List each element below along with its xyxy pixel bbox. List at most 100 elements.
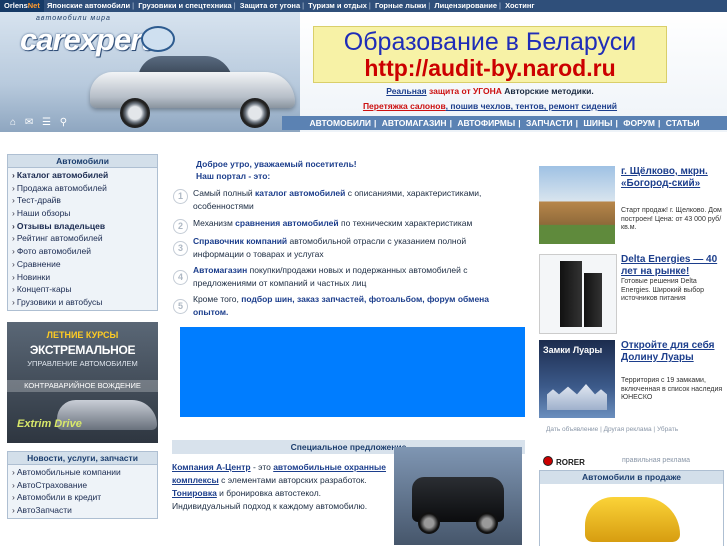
company-offer-text: Компания А-Центр - это автомобильные охр… [172,462,387,511]
nav-articles[interactable]: СТАТЬИ [666,118,700,128]
topnav-link-ski[interactable]: Горные лыжи [374,1,427,10]
ad-loire[interactable]: Замки Луары Откройте для себя Долину Луа… [539,340,727,420]
feature-link-catalog[interactable]: каталог автомобилей [255,188,345,198]
greeting: Доброе утро, уважаемый посетитель! [196,159,357,169]
number-3-icon: 3 [173,241,188,256]
logo-area[interactable]: автомобили мира carexpert ⌂ ✉ ☰ ⚲ [0,12,300,132]
ad-link-other[interactable]: Другая реклама [604,426,652,433]
header-icons: ⌂ ✉ ☰ ⚲ [10,117,73,128]
logo-name: carexpert [20,22,152,57]
topnav-link-tourism[interactable]: Туризм и отдых [307,1,368,10]
sidebar-item-owner-reviews[interactable]: › Отзывы владельцев [12,220,153,233]
rorer-logo[interactable]: RORER [543,456,585,467]
building-image [539,166,615,244]
ad-links: Дать объявление | Другая реклама | Убрат… [546,426,679,433]
ad-title-loire[interactable]: Откройте для себя Долину Луары [621,340,725,364]
banner-url: http://audit-by.narod.ru [364,55,616,81]
ad-schelkovo[interactable]: г. Щёлково, мкрн. «Богород-ский» Старт п… [539,166,727,246]
promo-line-1: Реальная защита от УГОНА Авторские метод… [320,86,660,96]
topnav-link-trucks[interactable]: Грузовики и спецтехника [137,1,232,10]
brand-part-a: Orlens [4,1,28,10]
orlensnet-brand[interactable]: OrlensNet [0,0,44,12]
topnav-link-licensing[interactable]: Лицензирование [433,1,498,10]
portal-heading: Наш портал - это: [196,171,271,181]
promo-real-link[interactable]: Реальная [386,86,426,96]
sidebar-item-trucks[interactable]: › Грузовики и автобусы [12,296,153,309]
topnav-link-japanese-cars[interactable]: Японские автомобили [46,1,131,10]
banner-title: Образование в Беларуси [343,28,637,56]
globe-icon [141,26,175,52]
feature-link-directory[interactable]: Справочник компаний [193,236,287,246]
brand-part-b: Net [27,1,40,10]
nav-cars[interactable]: АВТОМОБИЛИ [310,118,372,128]
sidebar-item-reviews[interactable]: › Наши обзоры [12,207,153,220]
sidebar-item-new[interactable]: › Новинки [12,271,153,284]
sidebar-item-concept[interactable]: › Концепт-кары [12,283,153,296]
logo-subtitle: автомобили мира [36,15,111,22]
sidebar-news: Новости, услуги, запчасти › Автомобильные… [7,451,158,519]
nav-forum[interactable]: ФОРУМ [623,118,655,128]
education-banner[interactable]: Образование в Беларуси http://audit-by.n… [313,26,667,83]
nav-tires[interactable]: ШИНЫ [583,118,612,128]
castle-image: Замки Луары [539,340,615,418]
sidebar2-item-insurance[interactable]: › АвтоСтрахование [12,479,153,492]
number-5-icon: 5 [173,299,188,314]
feature-item: 4 Автомагазин покупки/продажи новых и по… [170,264,500,290]
sidebar-item-photos[interactable]: › Фото автомобилей [12,245,153,258]
mail-icon[interactable]: ✉ [25,117,33,128]
sidebar-item-testdrive[interactable]: › Тест-драйв [12,194,153,207]
driving-course-ad[interactable]: ЛЕТНИЕ КУРСЫ ЭКСТРЕМАЛЬНОЕ УПРАВЛЕНИЕ АВ… [7,322,158,443]
yellow-car-image[interactable] [585,497,680,542]
sidebar-item-rating[interactable]: › Рейтинг автомобилей [12,232,153,245]
feature-item: 5 Кроме того, подбор шин, заказ запчасте… [170,293,500,319]
sidebar2-item-parts[interactable]: › АвтоЗапчасти [12,504,153,517]
number-1-icon: 1 [173,189,188,204]
promo-methods-text: Авторские методики. [504,86,594,96]
topnav-link-theft-protection[interactable]: Защита от угона [239,1,301,10]
nav-auto-firms[interactable]: АВТОФИРМЫ [457,118,515,128]
company-link[interactable]: Компания А-Центр [172,462,251,472]
ad-extrim-drive: Extrim Drive [17,418,82,430]
home-icon[interactable]: ⌂ [10,117,16,128]
ad-link-remove[interactable]: Убрать [657,426,678,433]
promo-covers-link[interactable]: , пошив чехлов, тентов, ремонт сидений [446,101,617,111]
cars-for-sale-box: Автомобили в продаже [539,470,724,546]
sidebar-item-catalog[interactable]: › Каталог автомобилей [12,169,153,182]
number-2-icon: 2 [173,219,188,234]
sidebar2-item-credit[interactable]: › Автомобили в кредит [12,491,153,504]
sidebar2-list: › Автомобильные компании › АвтоСтрахование… [7,465,158,519]
search-icon[interactable]: ⚲ [60,117,67,128]
ad-driving: УПРАВЛЕНИЕ АВТОМОБИЛЕМ [27,359,138,368]
top-navigation-bar: OrlensNet Японские автомобили | Грузовики… [0,0,727,12]
proper-ad-label: правильная реклама [622,457,691,464]
ad-title-schelkovo[interactable]: г. Щёлково, мкрн. «Богород-ский» [621,166,725,190]
blue-banner-placeholder[interactable] [172,327,525,417]
ad-title-delta[interactable]: Delta Energies — 40 лет на рынке! [621,254,725,278]
ups-image [539,254,617,334]
tinting-link[interactable]: Тонировка [172,488,217,498]
sidebar-item-compare[interactable]: › Сравнение [12,258,153,271]
feature-item: 1 Самый полный каталог автомобилей с опи… [170,187,500,213]
sidebar-item-sale[interactable]: › Продажа автомобилей [12,182,153,195]
promo-theft-text[interactable]: защита от УГОНА [429,86,502,96]
ad-link-post[interactable]: Дать объявление [546,426,598,433]
feature-item: 3 Справочник компаний автомобильной отра… [170,235,500,261]
nav-auto-store[interactable]: АВТОМАГАЗИН [382,118,447,128]
ad-desc-delta: Готовые решения Delta Energies. Широкий … [621,278,705,302]
feature-item: 2 Механизм сравнения автомобилей по техн… [170,217,500,234]
ad-desc-loire: Территория с 19 замками, включенная в сп… [621,377,723,401]
promo-upholstery-link[interactable]: Перетяжка салонов [363,101,446,111]
car-image [90,54,300,128]
feature-link-store[interactable]: Автомагазин [193,265,247,275]
sidebar2-item-companies[interactable]: › Автомобильные компании [12,466,153,479]
main-navigation: АВТОМОБИЛИ | АВТОМАГАЗИН | АВТОФИРМЫ | ЗАПЧ… [282,116,727,130]
cars-for-sale-title: Автомобили в продаже [540,471,723,484]
suv-image[interactable] [394,447,522,545]
topnav-link-hosting[interactable]: Хостинг [504,1,536,10]
feature-link-compare[interactable]: сравнения автомобилей [235,218,338,228]
ad-delta[interactable]: Delta Energies — 40 лет на рынке! Готовы… [539,254,727,334]
sitemap-icon[interactable]: ☰ [42,117,51,128]
sidebar-cars: Автомобили › Каталог автомобилей › Продажа… [7,154,158,311]
nav-parts[interactable]: ЗАПЧАСТИ [526,118,573,128]
sidebar-list: › Каталог автомобилей › Продажа автомобиле… [7,168,158,311]
